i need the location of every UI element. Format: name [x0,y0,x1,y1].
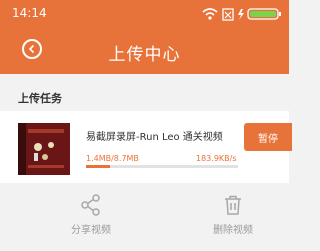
page-title: 上传中心 [108,45,181,65]
share-label: 分享视频 [71,225,111,236]
upload-task-row[interactable]: 易截屏录屏-Run Leo 通关视频 1.4MB/8.7MB 183.9KB/s… [0,111,292,183]
status-time: 14:14 [12,6,47,20]
battery-icon [247,8,281,20]
delete-label: 删除视频 [213,225,253,236]
no-sim-icon [222,8,234,21]
charging-icon [238,9,244,20]
trash-icon [225,195,241,215]
status-icons [202,8,281,21]
thumbnail-image [18,123,70,175]
upload-size: 1.4MB/8.7MB [86,154,139,163]
video-thumbnail [18,123,70,175]
pause-button[interactable]: 暂停 [244,123,292,151]
progress-fill [86,165,111,168]
wifi-icon [202,8,218,20]
progress-bar [86,165,238,168]
upload-speed: 183.9KB/s [196,154,237,163]
section-label: 上传任务 [18,92,62,105]
task-title: 易截屏录屏-Run Leo 通关视频 [86,132,223,143]
status-bar: 14:14 [0,0,289,28]
share-video-button[interactable]: 分享视频 [56,193,126,236]
delete-video-button[interactable]: 删除视频 [198,193,268,236]
share-icon [81,194,100,216]
header-bar: 上传中心 [0,28,289,74]
